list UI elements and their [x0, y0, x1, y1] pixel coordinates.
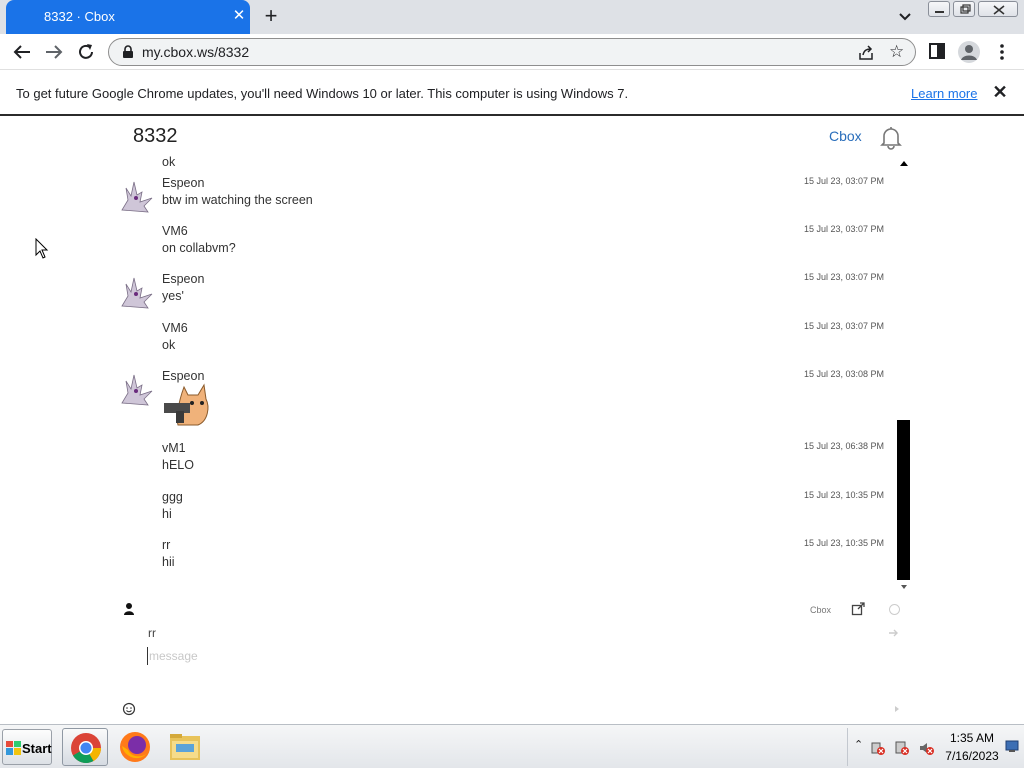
cbox-brand-link[interactable]: Cbox — [810, 605, 831, 615]
profile-avatar-icon[interactable] — [958, 41, 980, 63]
scroll-up-arrow-icon[interactable] — [898, 158, 910, 168]
forward-arrow-icon[interactable] — [42, 40, 66, 64]
espeon-avatar-icon[interactable] — [118, 176, 156, 214]
learn-more-link[interactable]: Learn more — [911, 86, 977, 101]
clock-date[interactable]: 7/16/2023 — [942, 749, 1002, 763]
back-arrow-icon[interactable] — [10, 40, 34, 64]
espeon-avatar-icon[interactable] — [118, 272, 156, 310]
message-text: on collabvm? — [162, 241, 236, 255]
network-icon[interactable] — [894, 740, 910, 756]
message-text: ok — [162, 155, 176, 169]
start-label: Start — [22, 741, 52, 756]
lock-icon[interactable] — [121, 45, 135, 59]
message-timestamp: 15 Jul 23, 03:07 PM — [803, 224, 884, 234]
window-minimize-button[interactable] — [928, 1, 950, 17]
address-bar[interactable]: my.cbox.ws/8332 ☆ — [108, 38, 916, 66]
cat-with-gun-sticker — [164, 383, 209, 426]
tab-close-icon[interactable]: ✕ — [230, 7, 248, 25]
kebab-menu-icon[interactable] — [994, 41, 1010, 63]
message-timestamp: 15 Jul 23, 10:35 PM — [803, 490, 884, 500]
volume-muted-icon[interactable] — [918, 740, 934, 756]
tab-search-icon[interactable] — [895, 7, 915, 27]
active-tab[interactable]: 8332 · Cbox ✕ — [6, 0, 250, 34]
message-text: ok — [162, 338, 176, 352]
taskbar-firefox-button[interactable] — [112, 728, 158, 766]
message-text: hi — [162, 507, 172, 521]
message-input[interactable] — [147, 647, 847, 665]
message-timestamp: 15 Jul 23, 03:07 PM — [803, 272, 884, 282]
box-title: 8332 — [133, 125, 178, 147]
firefox-icon — [120, 732, 150, 762]
message-text: btw im watching the screen — [162, 193, 313, 207]
message-timestamp: 15 Jul 23, 03:08 PM — [803, 369, 884, 379]
windows-flag-icon — [6, 741, 21, 755]
status-indicator — [889, 604, 900, 615]
tray-expand-icon[interactable]: ⌃ — [854, 738, 863, 751]
bookmark-star-icon[interactable]: ☆ — [889, 42, 909, 62]
name-field[interactable]: rr — [148, 626, 156, 640]
update-infobar: To get future Google Chrome updates, you… — [0, 71, 1024, 116]
message-timestamp: 15 Jul 23, 06:38 PM — [803, 441, 884, 451]
popout-icon[interactable] — [851, 602, 865, 616]
show-desktop-icon[interactable] — [1005, 739, 1019, 753]
windows-taskbar: Start ⌃ — [0, 724, 1024, 768]
share-icon[interactable] — [857, 44, 875, 62]
send-arrow-icon[interactable] — [894, 705, 900, 713]
tab-title: 8332 · Cbox — [44, 9, 115, 24]
message-author[interactable]: rr — [162, 538, 170, 552]
espeon-avatar-icon[interactable] — [118, 369, 156, 407]
message-author[interactable]: vM1 — [162, 441, 186, 455]
message-text: yes' — [162, 289, 184, 303]
scrollbar-thumb[interactable] — [897, 420, 910, 580]
reload-icon[interactable] — [74, 40, 98, 64]
cbox-page: 8332 Cbox ok Espeon btw im watching the sc… — [0, 118, 1024, 724]
action-center-icon[interactable] — [870, 740, 886, 756]
logout-icon[interactable] — [888, 628, 900, 638]
message-timestamp: 15 Jul 23, 03:07 PM — [803, 321, 884, 331]
cbox-link[interactable]: Cbox — [829, 128, 862, 144]
message-timestamp: 15 Jul 23, 03:07 PM — [803, 176, 884, 186]
window-close-button[interactable] — [978, 1, 1018, 17]
message-text: hELO — [162, 458, 194, 472]
bell-icon[interactable] — [878, 124, 904, 150]
message-list[interactable]: ok Espeon btw im watching the screen 15 Jul… — [118, 152, 898, 588]
message-text: hii — [162, 555, 175, 569]
tab-strip: 8332 · Cbox ✕ + — [0, 0, 1024, 34]
message-author[interactable]: Espeon — [162, 272, 204, 286]
infobar-close-icon[interactable]: ✕ — [990, 82, 1010, 102]
url-text[interactable]: my.cbox.ws/8332 — [142, 44, 249, 60]
emoji-icon[interactable] — [122, 702, 136, 716]
message-timestamp: 15 Jul 23, 10:35 PM — [803, 538, 884, 548]
infobar-message: To get future Google Chrome updates, you… — [16, 86, 629, 101]
browser-toolbar: my.cbox.ws/8332 ☆ — [0, 34, 1024, 70]
message-author[interactable]: VM6 — [162, 224, 188, 238]
new-tab-icon[interactable]: + — [260, 5, 282, 27]
clock-time[interactable]: 1:35 AM — [948, 731, 996, 745]
message-author[interactable]: ggg — [162, 490, 183, 504]
message-author[interactable]: VM6 — [162, 321, 188, 335]
taskbar-chrome-button[interactable] — [62, 728, 108, 766]
chrome-icon — [71, 733, 101, 764]
message-author[interactable]: Espeon — [162, 176, 204, 190]
start-button[interactable]: Start — [2, 729, 52, 765]
folder-icon — [170, 734, 200, 760]
scroll-down-arrow-icon[interactable] — [899, 582, 909, 592]
mouse-cursor-icon — [35, 238, 49, 259]
taskbar-explorer-button[interactable] — [162, 728, 208, 766]
window-restore-button[interactable] — [953, 1, 975, 17]
side-panel-icon[interactable] — [928, 42, 946, 60]
user-icon[interactable] — [122, 602, 136, 616]
